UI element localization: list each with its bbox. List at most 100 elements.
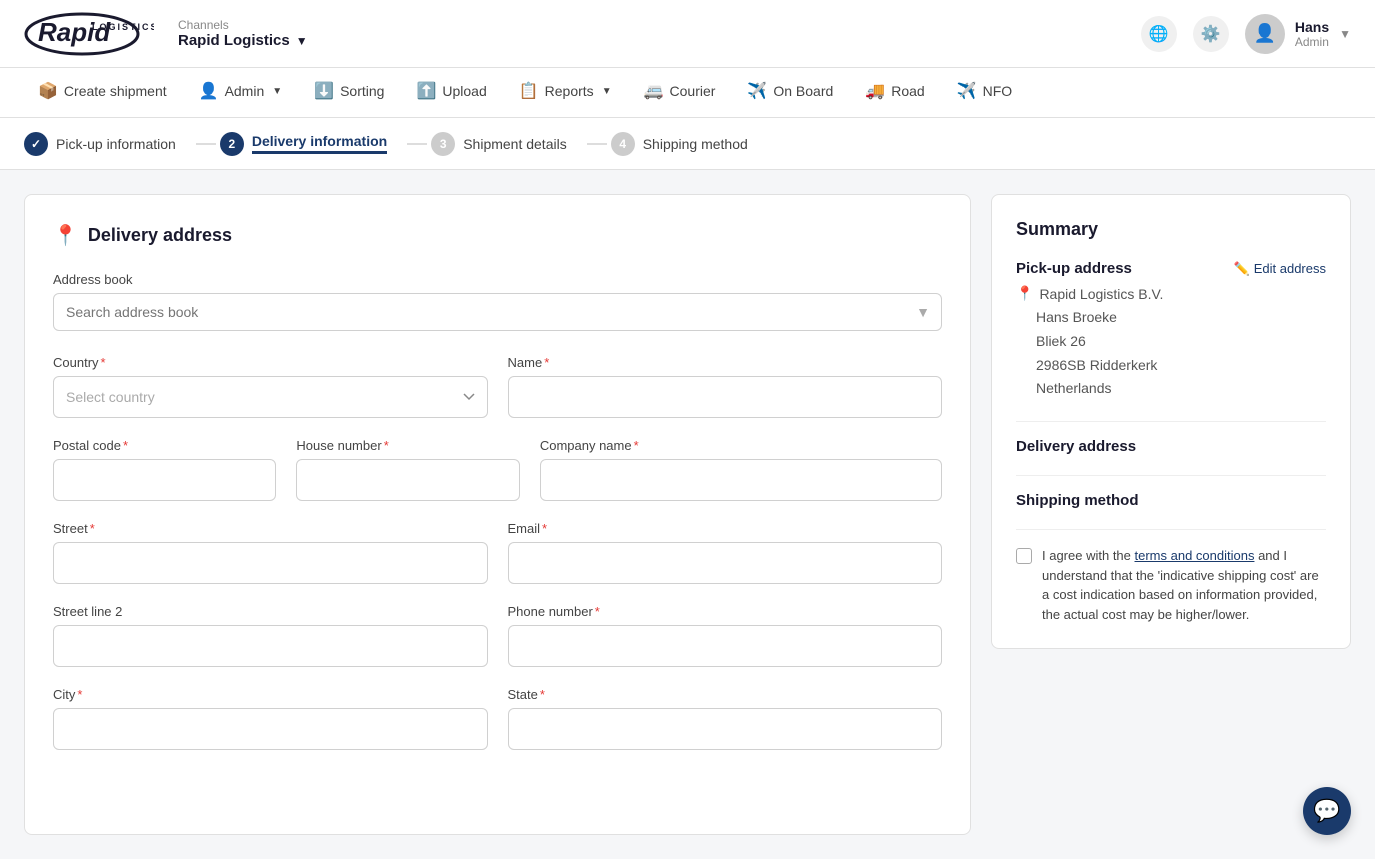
postal-code-input[interactable] [53, 459, 276, 501]
pickup-country: Netherlands [1036, 377, 1326, 401]
step-delivery-num: 2 [220, 132, 244, 156]
nav-courier-label: Courier [670, 83, 716, 99]
pickup-company: 📍 Rapid Logistics B.V. [1016, 285, 1326, 302]
nav-create-shipment-label: Create shipment [64, 83, 167, 99]
upload-icon: ⬆️ [416, 81, 436, 101]
address-book-section: Address book ▼ [53, 272, 942, 331]
email-required: * [542, 521, 547, 536]
company-name-input[interactable] [540, 459, 942, 501]
country-name-row: Country* Select country Name* [53, 355, 942, 418]
country-required: * [101, 355, 106, 370]
step-pickup-label: Pick-up information [56, 136, 176, 152]
nav-reports-label: Reports [545, 83, 594, 99]
nav-nfo-label: NFO [983, 83, 1013, 99]
header-right: 🌐 ⚙️ 👤 Hans Admin ▼ [1141, 14, 1351, 54]
tc-text-before: I agree with the [1042, 548, 1135, 563]
phone-number-input[interactable] [508, 625, 943, 667]
state-group: State* [508, 687, 943, 750]
postal-code-label: Postal code* [53, 438, 276, 453]
logo-svg: Rapid LOGISTICS [24, 8, 154, 60]
user-info[interactable]: 👤 Hans Admin ▼ [1245, 14, 1351, 54]
pickup-section-title: Pick-up address [1016, 260, 1132, 277]
phone-required: * [595, 604, 600, 619]
city-input[interactable] [53, 708, 488, 750]
city-required: * [77, 687, 82, 702]
nav-sorting[interactable]: ⬇️ Sorting [300, 68, 398, 118]
admin-icon: 👤 [199, 81, 219, 101]
step-shipping[interactable]: 4 Shipping method [611, 132, 764, 156]
house-number-input[interactable] [296, 459, 519, 501]
street2-phone-row: Street line 2 Phone number* [53, 604, 942, 667]
step-divider-2 [407, 143, 427, 145]
nav-nfo[interactable]: ✈️ NFO [943, 68, 1026, 118]
gear-icon[interactable]: ⚙️ [1193, 16, 1229, 52]
nav-road[interactable]: 🚚 Road [851, 68, 938, 118]
nav-admin[interactable]: 👤 Admin ▼ [185, 68, 297, 118]
address-book-input[interactable] [53, 293, 942, 331]
shipping-section: Shipping method [1016, 492, 1326, 509]
edit-label-text: Edit address [1254, 261, 1326, 276]
delivery-form-card: 📍 Delivery address Address book ▼ Countr… [24, 194, 971, 835]
nav-reports[interactable]: 📋 Reports ▼ [505, 68, 626, 118]
address-book-wrapper: ▼ [53, 293, 942, 331]
nav-upload[interactable]: ⬆️ Upload [402, 68, 500, 118]
street-group: Street* [53, 521, 488, 584]
channel-label: Channels [178, 18, 308, 32]
main-content: 📍 Delivery address Address book ▼ Countr… [0, 170, 1375, 859]
user-details: Hans Admin [1295, 19, 1329, 49]
step-shipment[interactable]: 3 Shipment details [431, 132, 583, 156]
street-line2-label: Street line 2 [53, 604, 488, 619]
chat-button[interactable]: 💬 [1303, 787, 1351, 835]
email-label: Email* [508, 521, 943, 536]
nav-courier[interactable]: 🚐 Courier [630, 68, 730, 118]
terms-text: I agree with the terms and conditions an… [1042, 546, 1326, 624]
nav-create-shipment[interactable]: 📦 Create shipment [24, 68, 181, 118]
state-label: State* [508, 687, 943, 702]
channel-selector[interactable]: Channels Rapid Logistics ▼ [178, 18, 308, 49]
form-title-text: Delivery address [88, 225, 232, 246]
country-label: Country* [53, 355, 488, 370]
state-input[interactable] [508, 708, 943, 750]
pickup-street: Bliek 26 [1036, 330, 1326, 354]
name-required: * [544, 355, 549, 370]
terms-conditions-link[interactable]: terms and conditions [1135, 548, 1255, 563]
summary-title: Summary [1016, 219, 1326, 240]
nav-onboard[interactable]: ✈️ On Board [733, 68, 847, 118]
country-select[interactable]: Select country [53, 376, 488, 418]
step-shipment-num: 3 [431, 132, 455, 156]
email-input[interactable] [508, 542, 943, 584]
logo: Rapid LOGISTICS [24, 8, 154, 60]
location-icon: 📍 [53, 223, 78, 248]
house-number-label: House number* [296, 438, 519, 453]
nav-road-label: Road [891, 83, 924, 99]
phone-number-label: Phone number* [508, 604, 943, 619]
channel-name: Rapid Logistics ▼ [178, 32, 308, 49]
company-required: * [634, 438, 639, 453]
step-divider-1 [196, 143, 216, 145]
pickup-postal-city: 2986SB Ridderkerk [1036, 354, 1326, 378]
postal-house-company-row: Postal code* House number* Company name* [53, 438, 942, 501]
postal-code-group: Postal code* [53, 438, 276, 501]
step-delivery[interactable]: 2 Delivery information [220, 132, 403, 156]
divider-1 [1016, 421, 1326, 422]
street-required: * [90, 521, 95, 536]
street-line2-input[interactable] [53, 625, 488, 667]
terms-checkbox[interactable] [1016, 548, 1032, 564]
pickup-section: Pick-up address ✏️ Edit address 📍 Rapid … [1016, 260, 1326, 401]
onboard-icon: ✈️ [747, 81, 767, 101]
edit-address-link[interactable]: ✏️ Edit address [1234, 261, 1326, 277]
nav-onboard-label: On Board [773, 83, 833, 99]
reports-chevron-icon: ▼ [602, 86, 612, 97]
name-input[interactable] [508, 376, 943, 418]
globe-icon[interactable]: 🌐 [1141, 16, 1177, 52]
location-pin-icon: 📍 [1016, 285, 1033, 302]
street-input[interactable] [53, 542, 488, 584]
delivery-section-title: Delivery address [1016, 438, 1326, 455]
user-name: Hans [1295, 19, 1329, 35]
delivery-section: Delivery address [1016, 438, 1326, 455]
step-shipment-label: Shipment details [463, 136, 567, 152]
step-pickup[interactable]: ✓ Pick-up information [24, 132, 192, 156]
chat-icon: 💬 [1313, 798, 1340, 824]
svg-text:LOGISTICS: LOGISTICS [92, 22, 154, 32]
shipping-section-title: Shipping method [1016, 492, 1326, 509]
